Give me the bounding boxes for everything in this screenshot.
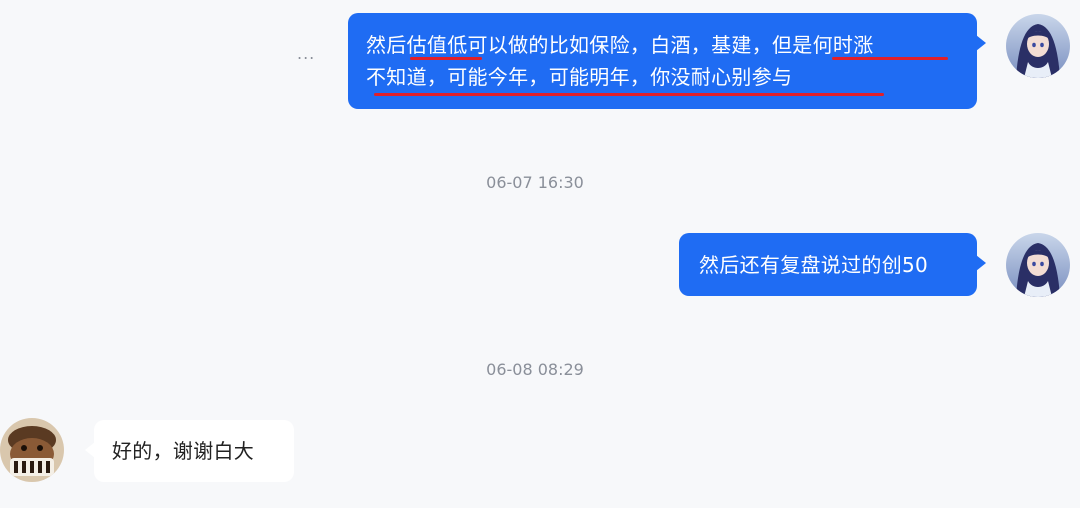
message-text: 然后还有复盘说过的创50: [699, 253, 929, 277]
timestamp: 06-07 16:30: [486, 173, 584, 192]
self-avatar[interactable]: [1006, 14, 1070, 78]
message-more-icon[interactable]: ...: [297, 44, 315, 63]
message-text-line-2: 不知道，可能今年，可能明年，你没耐心别参与: [366, 65, 793, 89]
outgoing-message-bubble[interactable]: 然后估值低可以做的比如保险，白酒，基建，但是何时涨 不知道，可能今年，可能明年，…: [348, 13, 986, 109]
red-underline-annotation: [832, 57, 948, 60]
bubble-tail: [85, 442, 95, 458]
message-text-line-1: 然后估值低可以做的比如保险，白酒，基建，但是何时涨: [366, 33, 874, 57]
message-text: 好的，谢谢白大: [112, 439, 255, 463]
incoming-message-bubble[interactable]: 好的，谢谢白大: [85, 420, 294, 482]
self-avatar[interactable]: [1006, 233, 1070, 297]
outgoing-message-bubble[interactable]: 然后还有复盘说过的创50: [679, 233, 986, 296]
red-underline-annotation: [374, 93, 884, 96]
contact-avatar[interactable]: [0, 418, 64, 482]
red-underline-annotation: [410, 57, 482, 60]
bubble-tail: [976, 255, 986, 271]
timestamp: 06-08 08:29: [486, 360, 584, 379]
bubble-tail: [976, 35, 986, 51]
